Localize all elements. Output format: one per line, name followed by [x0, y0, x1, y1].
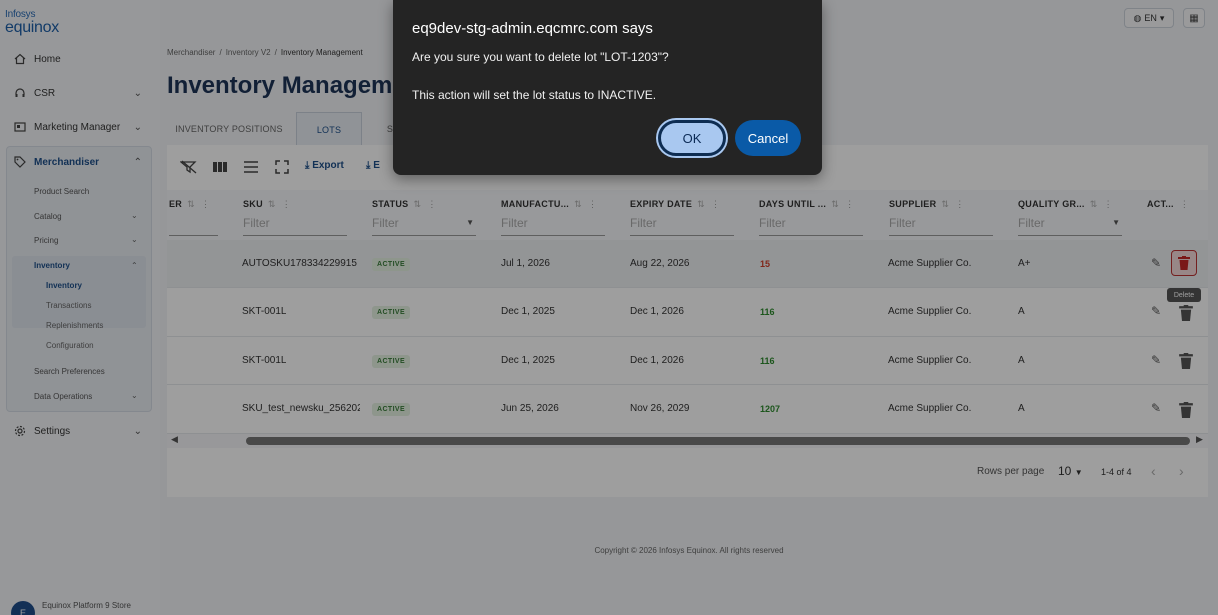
- dialog-title: eq9dev-stg-admin.eqcmrc.com says: [412, 20, 653, 37]
- ok-button[interactable]: OK: [658, 120, 726, 156]
- dialog-message-detail: This action will set the lot status to I…: [412, 88, 657, 102]
- cancel-button[interactable]: Cancel: [735, 120, 801, 156]
- confirm-dialog: eq9dev-stg-admin.eqcmrc.com says Are you…: [393, 0, 822, 175]
- dialog-message: Are you sure you want to delete lot "LOT…: [412, 50, 669, 64]
